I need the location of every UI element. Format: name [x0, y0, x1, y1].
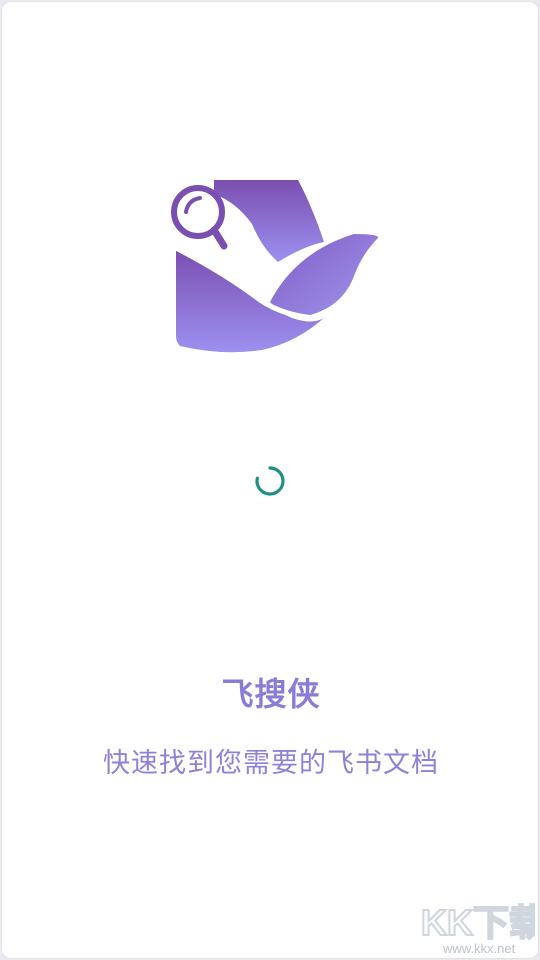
- app-name: 飞搜侠: [221, 675, 321, 713]
- watermark-brand: KK下载: [421, 902, 535, 943]
- watermark-domain: www.kkx.net: [442, 941, 516, 956]
- loading-spinner-icon: [255, 466, 285, 496]
- app-tagline: 快速找到您需要的飞书文档: [103, 748, 439, 779]
- watermark: KK下载 www.kkx.net: [415, 895, 539, 957]
- splash-screen: 飞搜侠 快速找到您需要的飞书文档 KK下载 www.kkx.net: [1, 1, 539, 959]
- watermark-logo-icon: KK下载 www.kkx.net: [420, 901, 539, 956]
- app-logo-icon: [171, 180, 379, 353]
